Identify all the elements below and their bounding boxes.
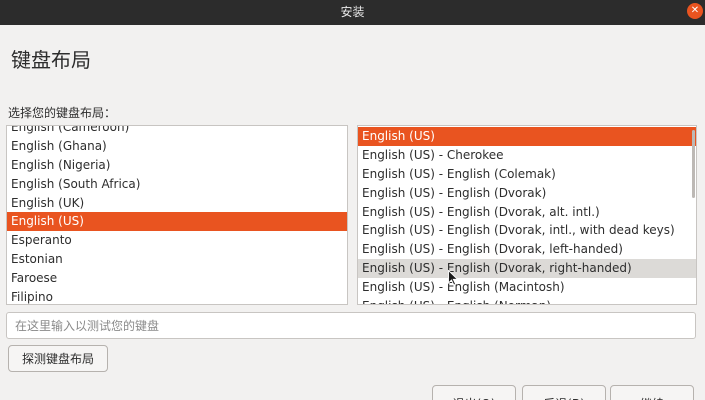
keyboard-test-input[interactable] [6, 312, 696, 339]
list-item[interactable]: English (US) - English (Dvorak) [358, 184, 696, 203]
list-item[interactable]: English (US) - English (Dvorak, right-ha… [358, 259, 696, 279]
list-item[interactable]: English (US) - English (Dvorak, alt. int… [358, 203, 696, 222]
list-item[interactable]: English (US) - English (Macintosh) [358, 278, 696, 297]
variant-list-scrollbar[interactable] [692, 130, 695, 198]
list-item[interactable]: English (US) - English (Norman) [358, 297, 696, 304]
list-item[interactable]: English (Ghana) [7, 137, 347, 156]
keyboard-layout-list[interactable]: English (Cameroon) English (Ghana) English… [6, 125, 348, 305]
list-item[interactable]: English (US) [358, 127, 696, 146]
list-item[interactable]: English (South Africa) [7, 175, 347, 194]
keyboard-variant-list[interactable]: English (US) English (US) - Cherokee Engli… [357, 125, 697, 305]
continue-button[interactable]: 继续 [610, 385, 694, 400]
back-button[interactable]: 后退(B) [522, 385, 606, 400]
window-title: 安装 [340, 5, 365, 19]
list-item[interactable]: English (US) - English (Dvorak, intl., w… [358, 221, 696, 240]
list-item[interactable]: Faroese [7, 269, 347, 288]
list-item[interactable]: English (US) - English (Colemak) [358, 165, 696, 184]
list-item[interactable]: English (US) [7, 212, 347, 232]
list-item[interactable]: English (US) - Cherokee [358, 146, 696, 165]
detect-layout-button[interactable]: 探测键盘布局 [8, 345, 108, 372]
close-icon: ✕ [690, 5, 700, 16]
title-bar: 安装 ✕ [0, 0, 705, 25]
list-item[interactable]: Filipino [7, 288, 347, 304]
list-item[interactable]: Esperanto [7, 231, 347, 250]
page-title: 键盘布局 [11, 48, 91, 72]
list-item[interactable]: English (Cameroon) [7, 126, 347, 137]
list-item[interactable]: English (US) - English (Dvorak, left-han… [358, 240, 696, 259]
list-item[interactable]: Estonian [7, 250, 347, 269]
list-item[interactable]: English (Nigeria) [7, 156, 347, 175]
close-button[interactable]: ✕ [687, 3, 703, 19]
quit-button[interactable]: 退出(Q) [432, 385, 516, 400]
keyboard-layout-rows: English (Cameroon) English (Ghana) English… [7, 126, 347, 304]
layout-prompt-label: 选择您的键盘布局： [8, 106, 117, 120]
keyboard-variant-rows: English (US) English (US) - Cherokee Engli… [358, 127, 696, 304]
list-item[interactable]: English (UK) [7, 194, 347, 213]
